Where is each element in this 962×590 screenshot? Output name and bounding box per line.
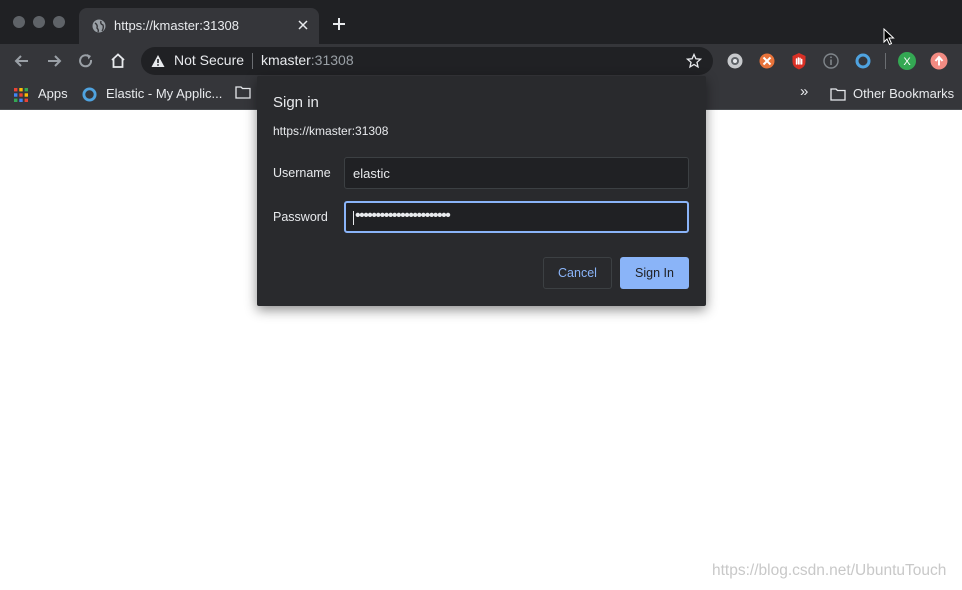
bookmark-other-label: Other Bookmarks <box>853 86 955 101</box>
bookmark-elastic[interactable]: Elastic - My Applic... <box>82 84 222 104</box>
toolbar: Not Secure kmaster:31308 X <box>0 44 962 78</box>
tab-title: https://kmaster:31308 <box>114 18 240 33</box>
folder-icon[interactable] <box>235 85 251 99</box>
new-tab-icon[interactable] <box>330 15 348 33</box>
cancel-button[interactable]: Cancel <box>543 257 612 289</box>
minimize-window-button[interactable] <box>33 16 45 28</box>
mouse-pointer-icon <box>883 28 895 46</box>
warning-triangle-icon[interactable] <box>151 54 165 68</box>
address-bar[interactable]: Not Secure kmaster:31308 <box>141 47 713 75</box>
folder-icon <box>830 88 846 101</box>
dialog-origin: https://kmaster:31308 <box>273 124 389 138</box>
browser-window: https://kmaster:31308 Not Secure kmaster… <box>0 0 962 590</box>
orange-extension-icon[interactable] <box>757 51 777 71</box>
omnibox-divider <box>252 53 253 69</box>
bookmark-apps-label: Apps <box>38 86 68 101</box>
dialog-title: Sign in <box>273 94 319 111</box>
bookmark-star-icon[interactable] <box>686 53 702 69</box>
close-window-button[interactable] <box>13 16 25 28</box>
url-text[interactable]: kmaster:31308 <box>261 52 354 68</box>
apps-grid-icon <box>14 88 28 102</box>
forward-arrow-icon[interactable] <box>44 51 64 71</box>
bookmark-apps[interactable]: Apps <box>14 84 74 104</box>
tab-strip: https://kmaster:31308 <box>0 0 962 44</box>
update-icon[interactable] <box>929 51 949 71</box>
red-hand-extension-icon[interactable] <box>789 51 809 71</box>
zoom-window-button[interactable] <box>53 16 65 28</box>
tab-active[interactable]: https://kmaster:31308 <box>79 8 319 44</box>
profile-avatar[interactable]: X <box>897 51 917 71</box>
close-tab-icon[interactable] <box>294 16 312 34</box>
grey-circle-extension-icon[interactable] <box>725 51 745 71</box>
sign-in-button[interactable]: Sign In <box>620 257 689 289</box>
bookmarks-overflow-chevron[interactable]: » <box>800 83 808 103</box>
url-host: kmaster <box>261 52 311 68</box>
bookmark-other-bookmarks[interactable]: Other Bookmarks <box>830 84 955 104</box>
watermark: https://blog.csdn.net/UbuntuTouch <box>712 562 947 579</box>
blue-ring-extension-icon[interactable] <box>853 51 873 71</box>
info-extension-icon[interactable] <box>821 51 841 71</box>
back-arrow-icon[interactable] <box>12 51 32 71</box>
password-masked-value: ••••••••••••••••••••••• <box>355 207 451 224</box>
toolbar-divider <box>885 53 886 69</box>
globe-icon <box>92 19 106 33</box>
profile-avatar-label: X <box>903 56 911 68</box>
password-field[interactable]: ••••••••••••••••••••••• <box>344 201 689 233</box>
username-label: Username <box>273 166 331 180</box>
sign-in-dialog: Sign in https://kmaster:31308 Username e… <box>257 76 706 306</box>
elastic-favicon-icon <box>82 87 97 102</box>
username-field[interactable]: elastic <box>344 157 689 189</box>
security-status-label[interactable]: Not Secure <box>174 52 244 68</box>
text-caret <box>353 211 354 225</box>
username-value: elastic <box>353 166 390 181</box>
url-port: :31308 <box>310 52 354 68</box>
password-label: Password <box>273 210 328 224</box>
home-icon[interactable] <box>108 51 128 71</box>
reload-icon[interactable] <box>76 51 96 71</box>
bookmark-elastic-label: Elastic - My Applic... <box>106 86 223 101</box>
